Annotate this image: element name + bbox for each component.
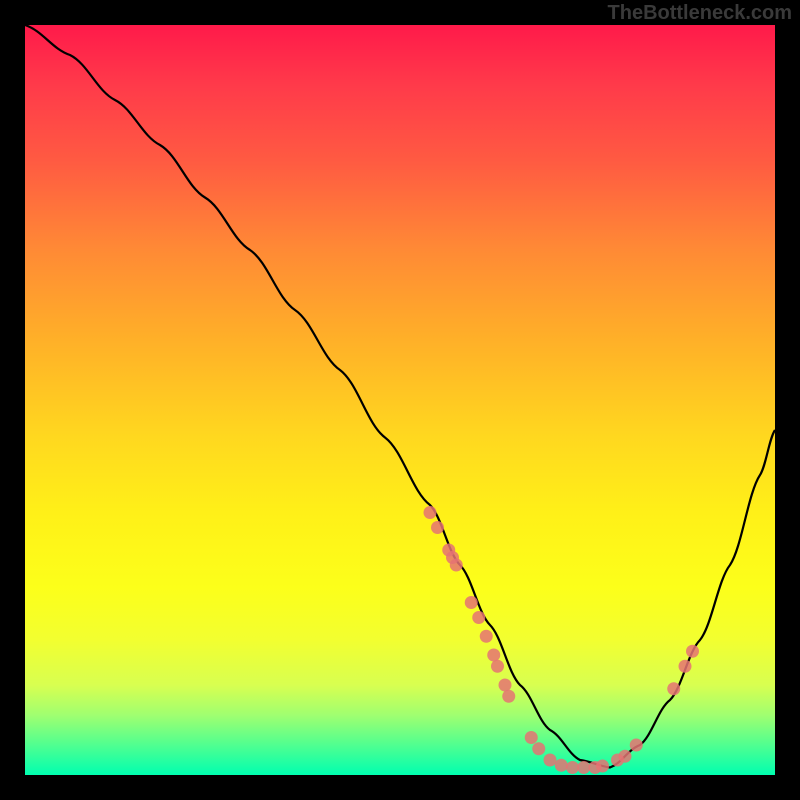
data-point [544, 754, 557, 767]
data-point [596, 760, 609, 773]
chart-svg [25, 25, 775, 775]
data-points-group [424, 506, 700, 774]
chart-plot-area [25, 25, 775, 775]
data-point [532, 742, 545, 755]
data-point [431, 521, 444, 534]
data-point [487, 649, 500, 662]
data-point [667, 682, 680, 695]
data-point [619, 750, 632, 763]
data-point [566, 761, 579, 774]
data-point [679, 660, 692, 673]
data-point [491, 660, 504, 673]
data-point [480, 630, 493, 643]
data-point [502, 690, 515, 703]
data-point [499, 679, 512, 692]
data-point [630, 739, 643, 752]
data-point [686, 645, 699, 658]
watermark-text: TheBottleneck.com [608, 2, 792, 25]
data-point [525, 731, 538, 744]
data-point [555, 759, 568, 772]
data-point [450, 559, 463, 572]
bottleneck-curve [25, 25, 775, 768]
data-point [465, 596, 478, 609]
data-point [472, 611, 485, 624]
data-point [424, 506, 437, 519]
data-point [577, 761, 590, 774]
